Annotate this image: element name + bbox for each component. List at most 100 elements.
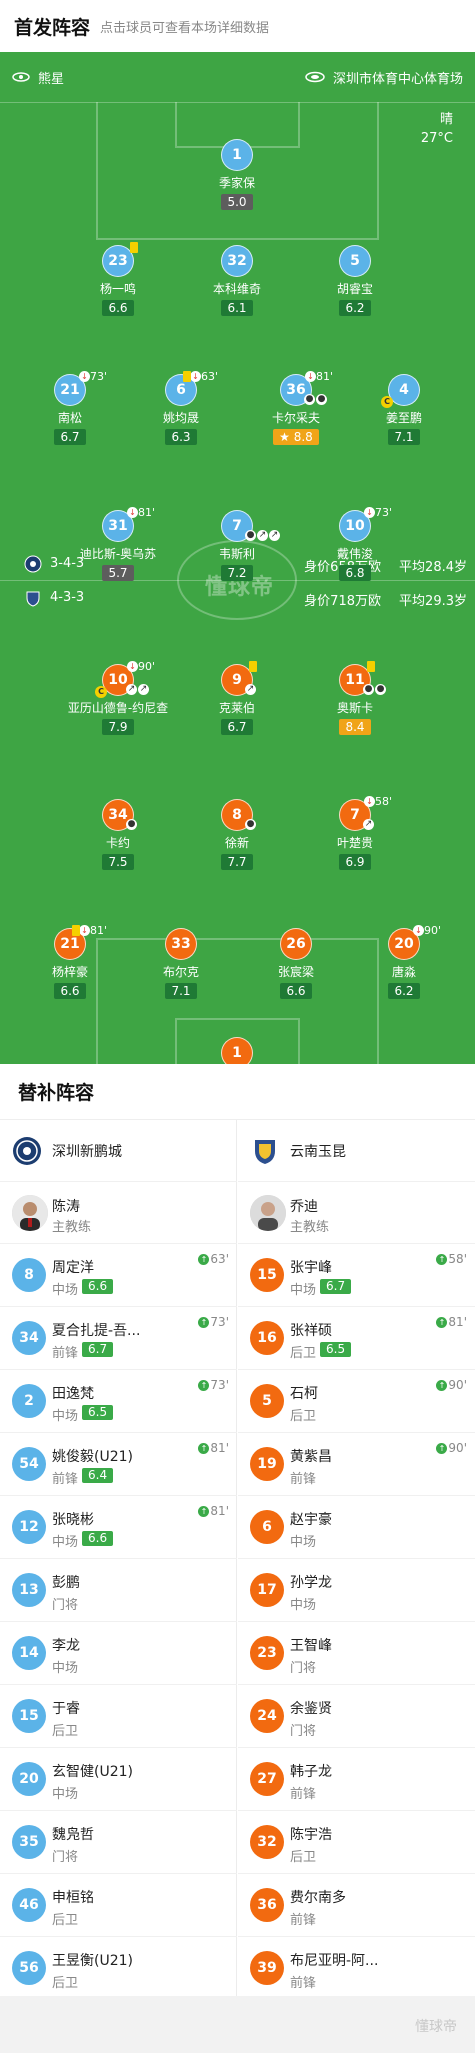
away-player-1[interactable]: 1鲍亚雄7.3 bbox=[177, 1037, 297, 1064]
player-number-badge: 5 bbox=[339, 245, 371, 277]
home-sub-row[interactable]: 14 李龙 中场 bbox=[0, 1622, 237, 1685]
page-subtitle: 点击球员可查看本场详细数据 bbox=[100, 20, 270, 36]
away-player-20[interactable]: 20 唐淼 6.2 ↓ 90' bbox=[344, 924, 464, 999]
weather-block: 晴 27°C bbox=[421, 110, 453, 148]
sub-out-icon: ↓ bbox=[79, 925, 90, 936]
sub-in-icon: ↑ bbox=[198, 1443, 210, 1454]
away-team-header[interactable]: 云南玉昆 bbox=[238, 1120, 475, 1182]
sub-number-badge: 15 bbox=[250, 1258, 284, 1292]
player-name: 杨一鸣 bbox=[99, 282, 136, 296]
away-player-9[interactable]: 9 克莱伯 6.7 ↗ bbox=[177, 661, 297, 735]
sub-player-position: 中场 bbox=[52, 1283, 79, 1298]
home-player-23[interactable]: 23 杨一鸣 6.6 bbox=[58, 242, 178, 316]
away-sub-row[interactable]: 19 黄紫昌 前锋 ↑ 90' bbox=[238, 1433, 475, 1496]
home-sub-row[interactable]: 8 周定洋 中场 6.6 ↑ 63' bbox=[0, 1244, 237, 1307]
goal-ball-icon: ● bbox=[245, 819, 256, 830]
home-player-5[interactable]: 5 胡睿宝 6.2 bbox=[295, 245, 415, 316]
away-sub-row[interactable]: 27 韩子龙 前锋 bbox=[238, 1748, 475, 1811]
sub-player-position: 门将 bbox=[52, 1598, 79, 1613]
home-player-6[interactable]: 6 姚均晟 6.3 ↓ 63' bbox=[121, 370, 241, 445]
home-coach[interactable]: 陈涛 主教练 bbox=[0, 1182, 237, 1244]
away-sub-row[interactable]: 6 赵宇豪 中场 bbox=[238, 1496, 475, 1559]
sub-player-position: 中场 bbox=[52, 1787, 79, 1802]
sub-out-minute: 81' bbox=[316, 370, 334, 383]
away-sub-row[interactable]: 5 石柯 后卫 ↑ 90' bbox=[238, 1370, 475, 1433]
sub-player-name: 赵宇豪 bbox=[290, 1512, 332, 1528]
substitution-out-marker: ↓ 81' bbox=[79, 924, 107, 937]
home-sub-row[interactable]: 13 彭鹏 门将 bbox=[0, 1559, 237, 1622]
sub-number-badge: 27 bbox=[250, 1762, 284, 1796]
sub-in-minute: 81' bbox=[210, 1504, 229, 1518]
assist-boot-icon: ↗ bbox=[257, 530, 268, 541]
away-player-21[interactable]: 21 杨梓豪 6.6 ↓ 81' bbox=[10, 924, 130, 999]
pitch: 熊星 深圳市体育中心体育场 晴 27°C 懂球帝 3-4-3 身价658万欧 平… bbox=[0, 52, 475, 1064]
away-coach[interactable]: 乔迪 主教练 bbox=[238, 1182, 475, 1244]
sub-player-position: 前锋 bbox=[290, 1913, 317, 1928]
away-player-34[interactable]: 34 卡约 7.5 ● bbox=[58, 799, 178, 870]
home-player-21[interactable]: 21 南松 6.7 ↓ 73' bbox=[10, 370, 130, 445]
sub-player-name: 于睿 bbox=[52, 1701, 80, 1717]
away-player-26[interactable]: 26 张宸梁 6.6 bbox=[236, 928, 356, 999]
away-player-10[interactable]: 10 亚历山德鲁-约尼查 7.9 ↓ 90' C ↗ ↗ bbox=[58, 660, 178, 735]
home-player-36[interactable]: 36 卡尔采夫 ★ 8.8 ↓ 81' ● ● bbox=[236, 370, 356, 445]
home-coach-name: 陈涛 bbox=[52, 1199, 80, 1215]
sub-player-rating: 6.5 bbox=[320, 1342, 352, 1357]
home-sub-row[interactable]: 35 魏凫哲 门将 bbox=[0, 1811, 237, 1874]
sub-player-position: 前锋 bbox=[290, 1787, 317, 1802]
sub-in-marker: ↑ 58' bbox=[436, 1252, 467, 1266]
sub-player-position: 后卫 bbox=[290, 1346, 317, 1361]
away-team-info: 4-3-3 身价718万欧 平均29.3岁 bbox=[0, 586, 475, 610]
player-name: 姚均晟 bbox=[162, 411, 199, 425]
sub-player-name: 张祥硕 bbox=[290, 1323, 332, 1339]
sub-number-badge: 36 bbox=[250, 1888, 284, 1922]
sub-number-badge: 54 bbox=[12, 1447, 46, 1481]
sub-player-position: 中场 bbox=[290, 1598, 317, 1613]
away-sub-row[interactable]: 24 余鉴贤 门将 bbox=[238, 1685, 475, 1748]
home-team-header[interactable]: 深圳新鹏城 bbox=[0, 1120, 237, 1182]
away-formation: 4-3-3 bbox=[50, 590, 85, 605]
away-sub-row[interactable]: 32 陈宇浩 后卫 bbox=[238, 1811, 475, 1874]
player-name: 亚历山德鲁-约尼查 bbox=[67, 701, 169, 715]
away-team-name: 云南玉昆 bbox=[290, 1143, 346, 1160]
match-info-bar: 熊星 深圳市体育中心体育场 bbox=[0, 52, 475, 102]
home-player-7[interactable]: 7 韦斯利 7.2 ● ↗ ↗ bbox=[177, 510, 297, 581]
away-sub-row[interactable]: 39 布尼亚明-阿... 前锋 bbox=[238, 1937, 475, 2000]
home-player-4[interactable]: 4 姜至鹏 7.1 C bbox=[344, 374, 464, 445]
player-rating: 7.1 bbox=[388, 429, 420, 445]
home-sub-row[interactable]: 54 姚俊毅(U21) 前锋 6.4 ↑ 81' bbox=[0, 1433, 237, 1496]
away-player-8[interactable]: 8 徐新 7.7 ● bbox=[177, 799, 297, 870]
away-player-33[interactable]: 33 布尔克 7.1 bbox=[121, 928, 241, 999]
substitution-out-marker: ↓ 81' bbox=[305, 370, 333, 383]
player-name: 徐新 bbox=[224, 836, 249, 850]
away-sub-row[interactable]: 23 王智峰 门将 bbox=[238, 1622, 475, 1685]
home-sub-row[interactable]: 56 王昱衡(U21) 后卫 bbox=[0, 1937, 237, 2000]
sub-out-icon: ↓ bbox=[364, 796, 375, 807]
away-sub-row[interactable]: 17 孙学龙 中场 bbox=[238, 1559, 475, 1622]
home-sub-row[interactable]: 46 申桓铭 后卫 bbox=[0, 1874, 237, 1937]
sub-in-minute: 73' bbox=[210, 1315, 229, 1329]
away-player-11[interactable]: 11 奥斯卡 8.4 ● ● bbox=[295, 661, 415, 735]
sub-in-minute: 81' bbox=[448, 1315, 467, 1329]
away-sub-row[interactable]: 16 张祥硕 后卫 6.5 ↑ 81' bbox=[238, 1307, 475, 1370]
player-rating: 6.6 bbox=[54, 983, 86, 999]
home-player-32[interactable]: 32 本科维奇 6.1 bbox=[177, 245, 297, 316]
away-coach-role: 主教练 bbox=[290, 1220, 330, 1235]
away-sub-row[interactable]: 36 费尔南多 前锋 bbox=[238, 1874, 475, 1937]
substitution-out-marker: ↓ 73' bbox=[79, 370, 107, 383]
player-name: 唐淼 bbox=[391, 965, 416, 979]
player-rating: 6.8 bbox=[339, 565, 371, 581]
home-sub-row[interactable]: 15 于睿 后卫 bbox=[0, 1685, 237, 1748]
home-player-10[interactable]: 10 戴伟浚 6.8 ↓ 73' bbox=[295, 506, 415, 581]
home-player-1[interactable]: 1 季家保 5.0 bbox=[177, 139, 297, 210]
sub-in-minute: 58' bbox=[448, 1252, 467, 1266]
home-sub-row[interactable]: 20 玄智健(U21) 中场 bbox=[0, 1748, 237, 1811]
home-player-31[interactable]: 31 迪比斯-奥乌苏 5.7 ↓ 81' bbox=[58, 506, 178, 581]
player-rating: 6.2 bbox=[388, 983, 420, 999]
home-sub-row[interactable]: 12 张晓彬 中场 6.6 ↑ 81' bbox=[0, 1496, 237, 1559]
away-sub-row[interactable]: 15 张宇峰 中场 6.7 ↑ 58' bbox=[238, 1244, 475, 1307]
home-sub-row[interactable]: 2 田逸梵 中场 6.5 ↑ 73' bbox=[0, 1370, 237, 1433]
player-rating: 6.7 bbox=[221, 719, 253, 735]
away-player-7[interactable]: 7 叶楚贵 6.9 ↓ 58' ↗ bbox=[295, 795, 415, 870]
home-sub-row[interactable]: 34 夏合扎提-吾... 前锋 6.7 ↑ 73' bbox=[0, 1307, 237, 1370]
sub-number-badge: 39 bbox=[250, 1951, 284, 1985]
